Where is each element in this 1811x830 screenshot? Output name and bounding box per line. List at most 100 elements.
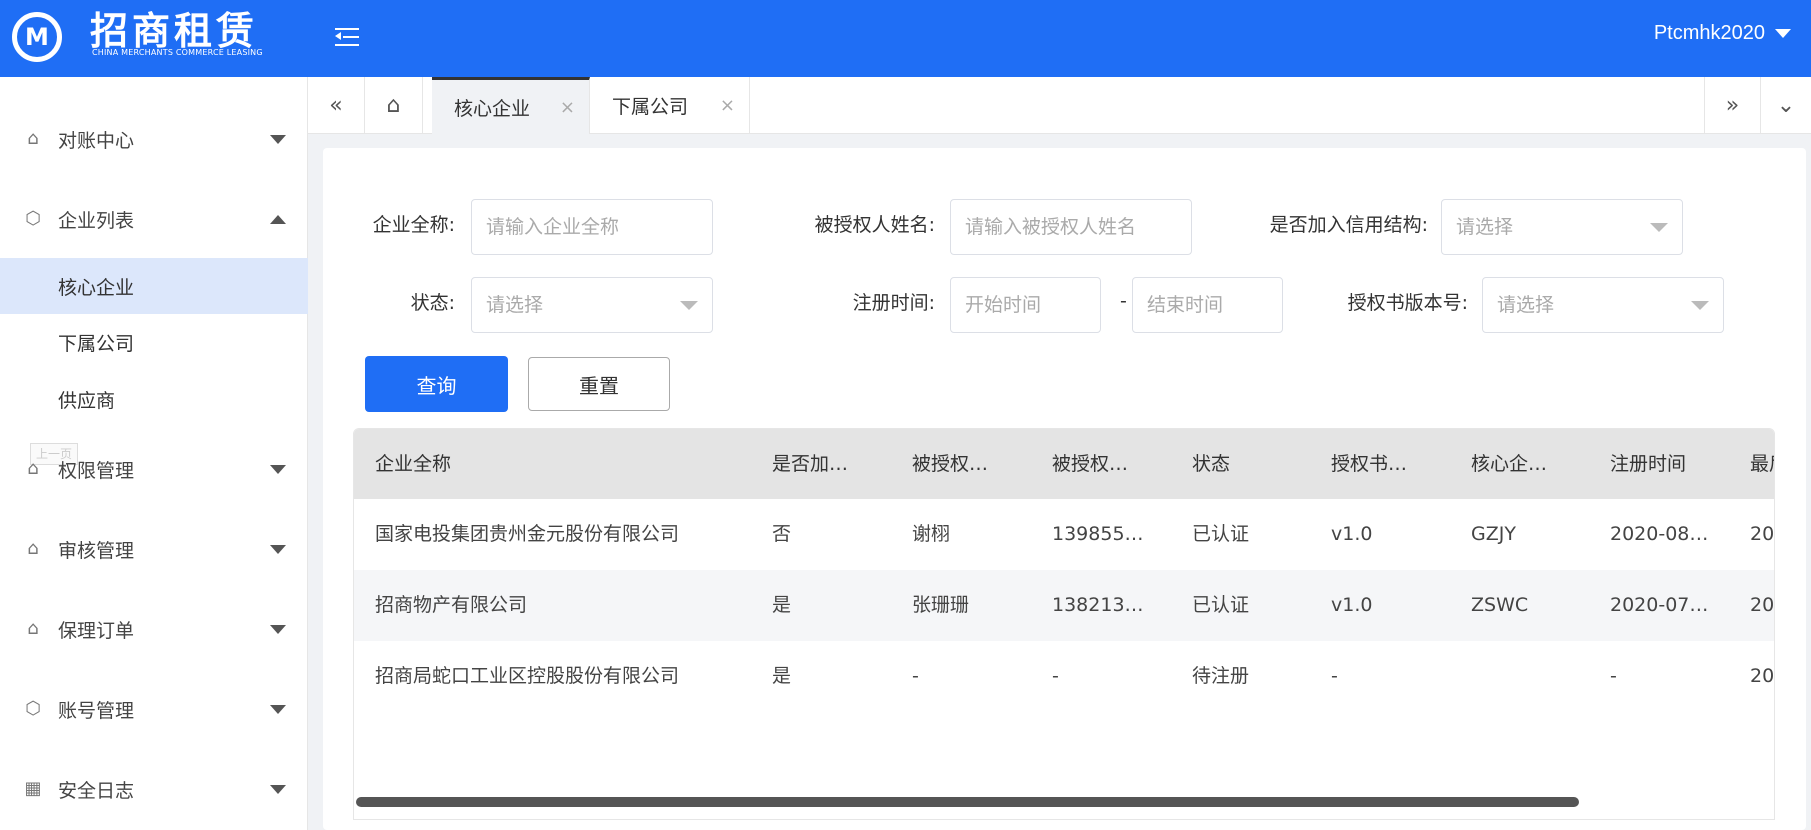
table-cell: 否: [772, 523, 792, 545]
column-header[interactable]: 核心企…: [1471, 429, 1561, 499]
column-header[interactable]: 企业全称: [375, 429, 755, 499]
grid-icon: ▦: [24, 778, 42, 799]
cube-icon: ⬡: [25, 208, 41, 229]
version-select[interactable]: 请选择: [1482, 277, 1724, 333]
end-date-input[interactable]: 结束时间: [1132, 277, 1283, 333]
home-icon: ⌂: [27, 618, 39, 639]
column-header[interactable]: 注册时间: [1610, 429, 1710, 499]
dropdown-arrow-icon: [1691, 301, 1709, 310]
table-cell: GZJY: [1471, 523, 1516, 545]
column-header[interactable]: 授权书…: [1331, 429, 1421, 499]
table-row[interactable]: 国家电投集团贵州金元股份有限公司 否 谢栩 139855… 已认证 v1.0 G…: [354, 499, 1774, 570]
reset-button[interactable]: 重置: [528, 357, 670, 411]
reg-time-label: 注册时间:: [852, 292, 935, 314]
sidebar-item-permissions[interactable]: ⌂ 权限管理: [0, 441, 308, 497]
sidebar-item-label: 权限管理: [58, 459, 135, 482]
company-name-label: 企业全称:: [372, 214, 455, 236]
table-cell: 是: [772, 665, 792, 687]
horizontal-scrollbar[interactable]: [354, 797, 1774, 809]
top-header: M 招商租赁 CHINA MERCHANTS COMMERCE LEASING …: [0, 0, 1811, 77]
chevron-down-icon: [270, 624, 286, 634]
collapse-menu-icon[interactable]: [335, 26, 359, 48]
logo-mark: M: [25, 23, 49, 51]
version-label: 授权书版本号:: [1347, 292, 1468, 314]
table-cell: 已认证: [1192, 594, 1250, 616]
table-cell: -: [1052, 665, 1059, 687]
tab-label: 核心企业: [454, 97, 531, 120]
sidebar-item-accounts[interactable]: ⬡ 账号管理: [0, 681, 308, 737]
sidebar-item-label: 审核管理: [58, 539, 135, 562]
table-cell: v1.0: [1331, 523, 1373, 545]
table-cell: -: [1610, 665, 1617, 687]
table-cell: 138213…: [1052, 594, 1144, 616]
sidebar-item-factoring-orders[interactable]: ⌂ 保理订单: [0, 601, 308, 657]
query-button[interactable]: 查询: [365, 356, 508, 412]
chevron-down-icon: [270, 784, 286, 794]
chevron-down-icon: [270, 704, 286, 714]
chevron-down-icon[interactable]: ⌄: [1761, 77, 1811, 134]
grantee-name-input[interactable]: 请输入被授权人姓名: [950, 199, 1192, 255]
table-cell: 待注册: [1192, 665, 1250, 687]
table-cell: ZSWC: [1471, 594, 1529, 616]
status-select[interactable]: 请选择: [471, 277, 713, 333]
cube-icon: ⬡: [25, 698, 41, 719]
sidebar-item-company-list[interactable]: ⬡ 企业列表: [0, 191, 308, 247]
table-cell: 张珊珊: [912, 594, 970, 616]
dropdown-arrow-icon: [680, 301, 698, 310]
home-icon: ⌂: [27, 538, 39, 559]
credit-structure-label: 是否加入信用结构:: [1269, 214, 1428, 236]
sidebar-subitem-subsidiary[interactable]: 下属公司: [0, 314, 308, 370]
home-icon: ⌂: [27, 128, 39, 149]
table-cell: 国家电投集团贵州金元股份有限公司: [375, 523, 680, 545]
table-header: 企业全称 是否加… 被授权… 被授权… 状态 授权书… 核心企… 注册时间 最后: [354, 429, 1774, 499]
start-date-input[interactable]: 开始时间: [950, 277, 1101, 333]
chevron-down-icon: [1775, 29, 1791, 38]
table-row[interactable]: 招商局蛇口工业区控股股份有限公司 是 - - 待注册 - - 202: [354, 641, 1775, 712]
user-menu[interactable]: Ptcmhk2020: [1654, 22, 1791, 45]
table-cell: 2020-08…: [1610, 523, 1709, 545]
chevron-up-icon: [270, 214, 286, 224]
scroll-right-icon[interactable]: »: [1704, 77, 1761, 134]
scrollbar-thumb[interactable]: [356, 797, 1579, 807]
table-cell: 202: [1750, 594, 1775, 616]
sidebar-subitem-core-company[interactable]: 核心企业: [0, 258, 308, 314]
scroll-left-icon[interactable]: «: [308, 77, 365, 134]
sidebar-subitem-supplier[interactable]: 供应商: [0, 371, 308, 427]
table-row[interactable]: 招商物产有限公司 是 张珊珊 138213… 已认证 v1.0 ZSWC 202…: [354, 570, 1775, 641]
sidebar-item-reconciliation[interactable]: ⌂ 对账中心: [0, 111, 308, 167]
tab-bar: « ⌂ 核心企业 × 下属公司 × » ⌄: [308, 77, 1811, 134]
select-placeholder: 请选择: [486, 294, 544, 316]
close-icon[interactable]: ×: [560, 97, 575, 118]
column-header[interactable]: 被授权…: [1052, 429, 1142, 499]
table-cell: -: [912, 665, 919, 687]
company-name-input[interactable]: 请输入企业全称: [471, 199, 713, 255]
home-tab-icon[interactable]: ⌂: [365, 77, 423, 134]
grantee-name-label: 被授权人姓名:: [814, 214, 935, 236]
brand-subtitle: CHINA MERCHANTS COMMERCE LEASING: [92, 48, 263, 57]
dropdown-arrow-icon: [1650, 223, 1668, 232]
table-cell: 招商局蛇口工业区控股股份有限公司: [375, 665, 680, 687]
table-cell: 2020-07…: [1610, 594, 1709, 616]
close-icon[interactable]: ×: [720, 95, 735, 116]
column-header[interactable]: 被授权…: [912, 429, 1002, 499]
sidebar-item-security-log[interactable]: ▦ 安全日志: [0, 761, 308, 817]
column-header[interactable]: 状态: [1192, 429, 1282, 499]
column-header[interactable]: 最后: [1750, 429, 1774, 499]
sidebar-item-review[interactable]: ⌂ 审核管理: [0, 521, 308, 577]
table-cell: 202: [1750, 665, 1775, 687]
table-cell: -: [1331, 665, 1338, 687]
tab-core-company[interactable]: 核心企业 ×: [432, 77, 590, 134]
table-cell: 是: [772, 594, 792, 616]
status-label: 状态:: [410, 292, 455, 314]
table-cell: [1471, 641, 1561, 711]
username: Ptcmhk2020: [1653, 22, 1765, 44]
select-placeholder: 请选择: [1456, 216, 1514, 238]
chevron-down-icon: [270, 464, 286, 474]
sidebar-item-label: 对账中心: [58, 129, 135, 152]
table-cell: 139855…: [1052, 523, 1144, 545]
tab-subsidiary[interactable]: 下属公司 ×: [590, 77, 750, 134]
sidebar-item-label: 企业列表: [58, 209, 135, 232]
column-header[interactable]: 是否加…: [772, 429, 862, 499]
credit-structure-select[interactable]: 请选择: [1441, 199, 1683, 255]
company-table: 企业全称 是否加… 被授权… 被授权… 状态 授权书… 核心企… 注册时间 最后…: [353, 428, 1775, 820]
